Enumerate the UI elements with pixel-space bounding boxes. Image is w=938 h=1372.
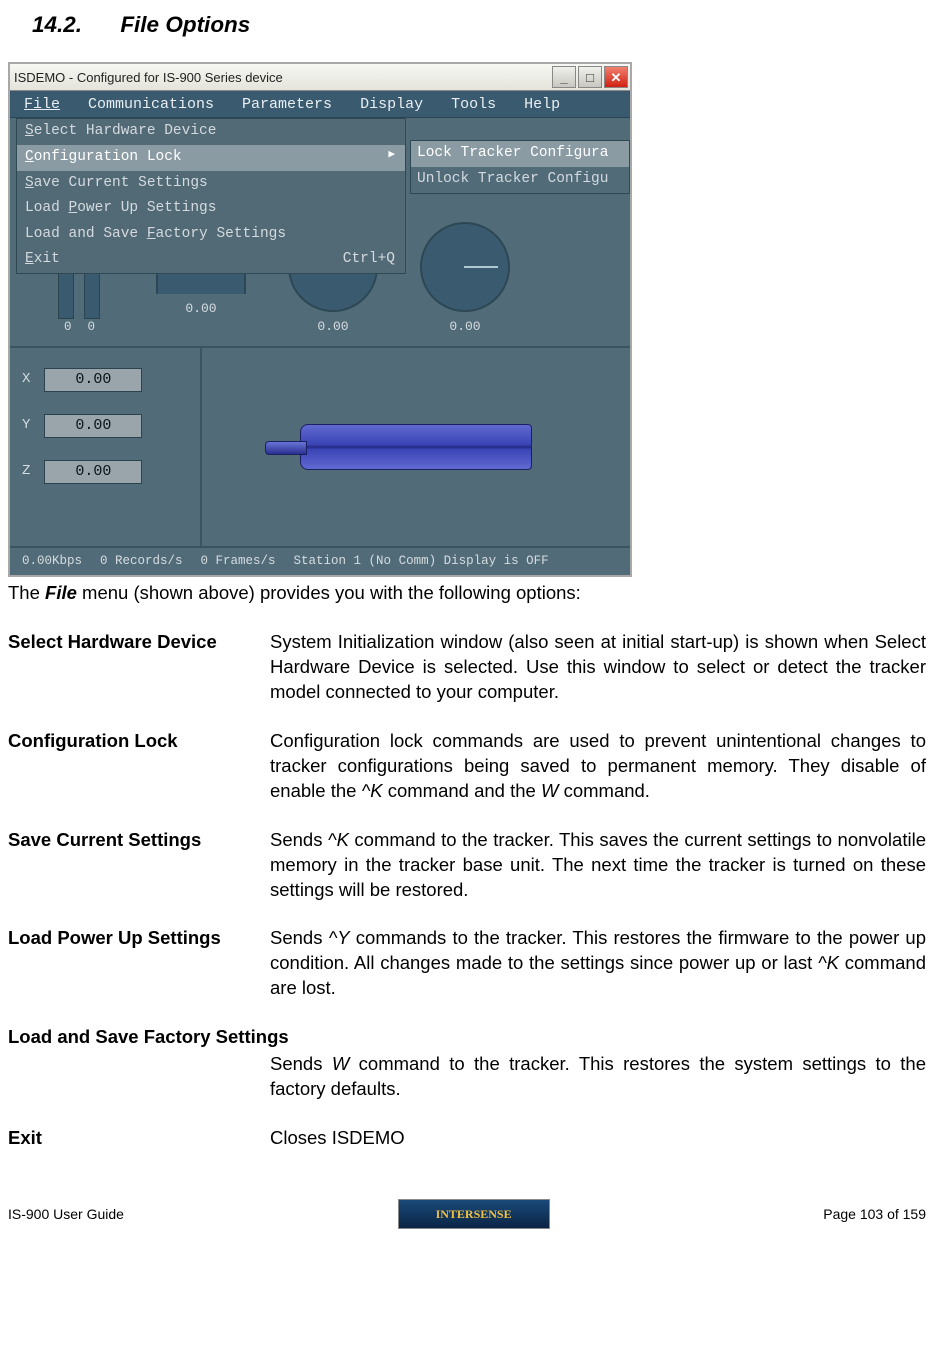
section-heading: 14.2. File Options bbox=[32, 10, 926, 40]
menu-communications[interactable]: Communications bbox=[74, 91, 228, 117]
def-term: Load Power Up Settings bbox=[8, 926, 270, 1001]
menubar: File Communications Parameters Display T… bbox=[10, 91, 630, 118]
y-value: 0.00 bbox=[44, 414, 142, 438]
def-body: Configuration lock commands are used to … bbox=[270, 729, 926, 804]
device-model-icon bbox=[300, 424, 532, 470]
def-body: Sends ^K command to the tracker. This sa… bbox=[270, 828, 926, 903]
submenu-unlock[interactable]: Unlock Tracker Configu bbox=[411, 167, 629, 193]
dial-gauge bbox=[420, 222, 510, 312]
axis-label: Z bbox=[22, 462, 30, 481]
menu-file[interactable]: File bbox=[10, 91, 74, 117]
model-panel bbox=[202, 348, 630, 546]
def-factory: Load and Save Factory Settings Sends W c… bbox=[8, 1025, 926, 1102]
dial-value: 0.00 bbox=[449, 319, 480, 334]
def-term: Exit bbox=[8, 1126, 270, 1151]
menu-parameters[interactable]: Parameters bbox=[228, 91, 346, 117]
status-kbps: 0.00Kbps bbox=[22, 553, 82, 570]
maximize-button[interactable]: □ bbox=[578, 66, 602, 88]
def-term: Save Current Settings bbox=[8, 828, 270, 903]
menuitem-exit[interactable]: Exit Ctrl+Q bbox=[17, 247, 405, 273]
window-title: ISDEMO - Configured for IS-900 Series de… bbox=[14, 69, 283, 87]
dial-block: 0.00 bbox=[420, 222, 510, 336]
menuitem-load-factory[interactable]: Load and Save Factory Settings bbox=[17, 222, 405, 248]
def-body: Closes ISDEMO bbox=[270, 1126, 926, 1151]
menuitem-select-hardware[interactable]: Select Hardware Device bbox=[17, 119, 405, 145]
menu-tools[interactable]: Tools bbox=[437, 91, 510, 117]
def-exit: Exit Closes ISDEMO bbox=[8, 1126, 926, 1151]
shortcut-label: Ctrl+Q bbox=[343, 250, 395, 270]
menu-display[interactable]: Display bbox=[346, 91, 437, 117]
bar-label: 0 bbox=[88, 319, 96, 336]
page-footer: IS-900 User Guide INTERSENSE Page 103 of… bbox=[8, 1199, 926, 1229]
axis-label: X bbox=[22, 370, 30, 389]
close-button[interactable]: ✕ bbox=[604, 66, 628, 88]
z-value: 0.00 bbox=[44, 460, 142, 484]
config-lock-submenu: Lock Tracker Configura Unlock Tracker Co… bbox=[410, 140, 630, 193]
def-term: Select Hardware Device bbox=[8, 630, 270, 705]
def-load-powerup: Load Power Up Settings Sends ^Y commands… bbox=[8, 926, 926, 1001]
menuitem-configuration-lock[interactable]: Configuration Lock ▶ bbox=[17, 145, 405, 171]
section-title: File Options bbox=[120, 12, 250, 37]
def-term: Configuration Lock bbox=[8, 729, 270, 804]
def-body: Sends ^Y commands to the tracker. This r… bbox=[270, 926, 926, 1001]
window-titlebar: ISDEMO - Configured for IS-900 Series de… bbox=[10, 64, 630, 91]
app-window-screenshot: ISDEMO - Configured for IS-900 Series de… bbox=[8, 62, 632, 576]
menuitem-load-powerup[interactable]: Load Power Up Settings bbox=[17, 196, 405, 222]
caption-keyword: File bbox=[45, 582, 77, 603]
menu-help[interactable]: Help bbox=[510, 91, 574, 117]
def-save-current: Save Current Settings Sends ^K command t… bbox=[8, 828, 926, 903]
def-select-hardware: Select Hardware Device System Initializa… bbox=[8, 630, 926, 705]
mid-panel: X 0.00 Y 0.00 Z 0.00 bbox=[10, 346, 630, 546]
file-dropdown: Select Hardware Device Configuration Loc… bbox=[16, 118, 406, 273]
x-value: 0.00 bbox=[44, 368, 142, 392]
submenu-lock[interactable]: Lock Tracker Configura bbox=[411, 141, 629, 167]
footer-left: IS-900 User Guide bbox=[8, 1205, 124, 1224]
def-term: Load and Save Factory Settings bbox=[8, 1025, 926, 1050]
menuitem-save-current[interactable]: Save Current Settings bbox=[17, 171, 405, 197]
def-body: System Initialization window (also seen … bbox=[270, 630, 926, 705]
axis-label: Y bbox=[22, 416, 30, 435]
submenu-arrow-icon: ▶ bbox=[388, 148, 395, 168]
dial-value: 0.00 bbox=[317, 319, 348, 334]
dial-value: 0.00 bbox=[185, 301, 216, 316]
footer-right: Page 103 of 159 bbox=[823, 1205, 926, 1224]
window-controls: _ □ ✕ bbox=[550, 64, 630, 90]
status-station: Station 1 (No Comm) Display is OFF bbox=[294, 553, 549, 570]
bar-label: 0 bbox=[64, 319, 72, 336]
intersense-logo: INTERSENSE bbox=[398, 1199, 550, 1229]
def-configuration-lock: Configuration Lock Configuration lock co… bbox=[8, 729, 926, 804]
section-number: 14.2. bbox=[32, 12, 82, 37]
status-records: 0 Records/s bbox=[100, 553, 183, 570]
status-bar: 0.00Kbps 0 Records/s 0 Frames/s Station … bbox=[10, 546, 630, 575]
def-body: Sends W command to the tracker. This res… bbox=[8, 1052, 926, 1102]
caption-paragraph: The File menu (shown above) provides you… bbox=[8, 581, 926, 606]
xyz-panel: X 0.00 Y 0.00 Z 0.00 bbox=[10, 348, 202, 546]
status-frames: 0 Frames/s bbox=[201, 553, 276, 570]
minimize-button[interactable]: _ bbox=[552, 66, 576, 88]
